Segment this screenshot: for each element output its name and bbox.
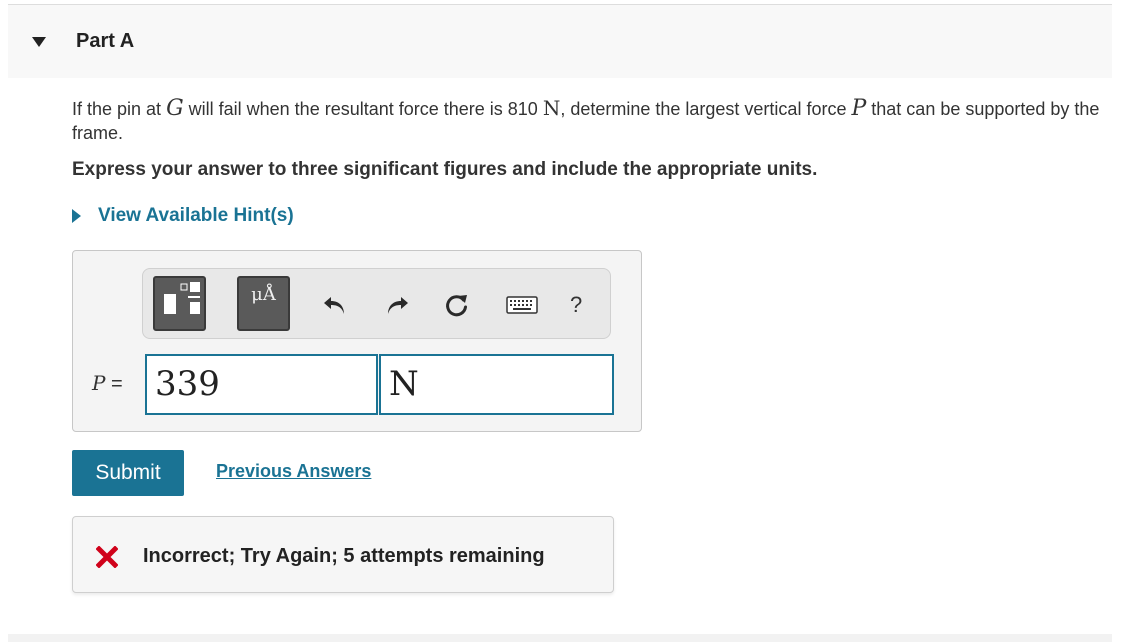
answer-unit-input[interactable]: N — [379, 354, 614, 415]
question-segment: If the pin at — [72, 99, 167, 119]
units-button[interactable]: μÅ — [237, 276, 290, 331]
answer-variable: P — [92, 371, 106, 395]
view-hints-label: View Available Hint(s) — [98, 205, 294, 226]
previous-answers-link[interactable]: Previous Answers — [216, 461, 371, 482]
variable-g: G — [166, 96, 184, 121]
view-hints-toggle[interactable]: View Available Hint(s) — [72, 205, 294, 227]
question-text: If the pin at G will fail when the resul… — [72, 96, 1112, 145]
reset-button[interactable] — [442, 290, 472, 320]
instruction-text: Express your answer to three significant… — [72, 159, 818, 180]
unit-newton: N — [542, 96, 561, 120]
reset-icon — [446, 295, 467, 317]
answer-variable-label: P = — [92, 371, 123, 396]
templates-button[interactable] — [153, 276, 206, 331]
question-segment: , determine the largest vertical force — [560, 99, 852, 119]
math-toolbar — [142, 268, 611, 339]
redo-icon — [388, 297, 408, 314]
redo-button[interactable] — [382, 290, 412, 320]
undo-icon — [324, 297, 344, 314]
page: Part A If the pin at G will fail when th… — [0, 0, 1122, 642]
part-title: Part A — [76, 30, 135, 52]
question-segment: will fail when the resultant force there… — [183, 99, 543, 119]
help-button[interactable]: ? — [570, 292, 582, 318]
templates-icon — [164, 282, 200, 314]
feedback-message: Incorrect; Try Again; 5 attempts remaini… — [143, 545, 545, 567]
keyboard-icon — [506, 296, 538, 314]
collapse-caret-icon[interactable] — [32, 37, 46, 47]
incorrect-x-icon — [96, 546, 118, 568]
part-header[interactable] — [8, 5, 1112, 78]
undo-button[interactable] — [320, 290, 350, 320]
answer-value-input[interactable]: 339 — [145, 354, 378, 415]
keyboard-button[interactable] — [505, 290, 539, 320]
submit-button[interactable]: Submit — [72, 450, 184, 496]
expand-caret-icon — [72, 209, 81, 223]
bottom-divider — [8, 634, 1112, 642]
units-icon: μÅ — [251, 284, 276, 305]
variable-p: P — [851, 96, 867, 121]
equals-sign: = — [111, 373, 123, 395]
help-icon: ? — [570, 292, 583, 317]
